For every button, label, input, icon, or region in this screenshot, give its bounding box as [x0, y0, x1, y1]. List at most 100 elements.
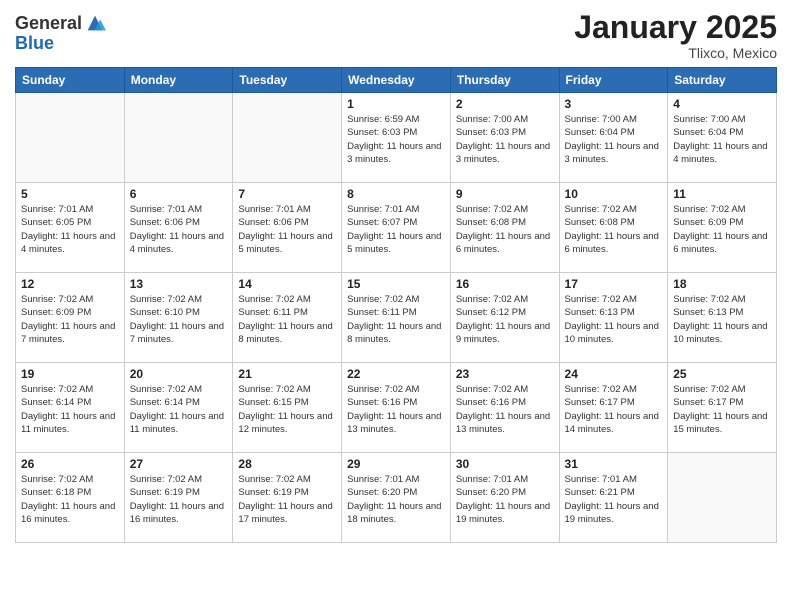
calendar-table: SundayMondayTuesdayWednesdayThursdayFrid… [15, 67, 777, 543]
calendar-cell: 24Sunrise: 7:02 AM Sunset: 6:17 PM Dayli… [559, 363, 668, 453]
title-block: January 2025 Tlixco, Mexico [574, 10, 777, 61]
day-number: 14 [238, 277, 336, 291]
day-number: 2 [456, 97, 554, 111]
calendar-cell: 1Sunrise: 6:59 AM Sunset: 6:03 PM Daylig… [342, 93, 451, 183]
day-number: 7 [238, 187, 336, 201]
day-number: 3 [565, 97, 663, 111]
day-info: Sunrise: 7:01 AM Sunset: 6:06 PM Dayligh… [238, 203, 336, 256]
calendar-cell [668, 453, 777, 543]
day-number: 26 [21, 457, 119, 471]
day-number: 4 [673, 97, 771, 111]
calendar-cell: 15 Sunrise: 7:02 AM Sunset: 6:11 PM Dayli… [342, 273, 451, 363]
day-info: Sunrise: 7:02 AM Sunset: 6:11 PM Dayligh… [238, 293, 336, 346]
header: General Blue January 2025 Tlixco, Mexico [15, 10, 777, 61]
calendar-cell: 25Sunrise: 7:02 AM Sunset: 6:17 PM Dayli… [668, 363, 777, 453]
calendar-cell: 5 Sunrise: 7:01 AM Sunset: 6:05 PM Daylig… [16, 183, 125, 273]
day-number: 29 [347, 457, 445, 471]
calendar-cell: 27Sunrise: 7:02 AM Sunset: 6:19 PM Dayli… [124, 453, 233, 543]
calendar-cell: 16Sunrise: 7:02 AM Sunset: 6:12 PM Dayli… [450, 273, 559, 363]
calendar-cell: 30Sunrise: 7:01 AM Sunset: 6:20 PM Dayli… [450, 453, 559, 543]
day-info: Sunrise: 7:00 AM Sunset: 6:04 PM Dayligh… [565, 113, 663, 166]
day-number: 12 [21, 277, 119, 291]
day-info: Sunrise: 7:01 AM Sunset: 6:07 PM Dayligh… [347, 203, 445, 256]
calendar-header-row: SundayMondayTuesdayWednesdayThursdayFrid… [16, 68, 777, 93]
calendar-cell: 20 Sunrise: 7:02 AM Sunset: 6:14 PM Dayli… [124, 363, 233, 453]
day-info: Sunrise: 7:02 AM Sunset: 6:16 PM Dayligh… [456, 383, 554, 436]
weekday-header-sunday: Sunday [16, 68, 125, 93]
calendar-cell: 28 Sunrise: 7:02 AM Sunset: 6:19 PM Dayli… [233, 453, 342, 543]
day-number: 8 [347, 187, 445, 201]
calendar-cell: 26 Sunrise: 7:02 AM Sunset: 6:18 PM Dayli… [16, 453, 125, 543]
day-number: 11 [673, 187, 771, 201]
calendar-cell: 11Sunrise: 7:02 AM Sunset: 6:09 PM Dayli… [668, 183, 777, 273]
day-info: Sunrise: 7:02 AM Sunset: 6:15 PM Dayligh… [238, 383, 336, 436]
calendar-cell: 31Sunrise: 7:01 AM Sunset: 6:21 PM Dayli… [559, 453, 668, 543]
day-info: Sunrise: 7:02 AM Sunset: 6:11 PM Dayligh… [347, 293, 445, 346]
calendar-cell: 14 Sunrise: 7:02 AM Sunset: 6:11 PM Dayli… [233, 273, 342, 363]
day-info: Sunrise: 7:02 AM Sunset: 6:08 PM Dayligh… [565, 203, 663, 256]
calendar-cell: 18 Sunrise: 7:02 AM Sunset: 6:13 PM Dayli… [668, 273, 777, 363]
logo: General Blue [15, 14, 106, 54]
day-number: 28 [238, 457, 336, 471]
calendar-cell: 4 Sunrise: 7:00 AM Sunset: 6:04 PM Daylig… [668, 93, 777, 183]
calendar-cell [124, 93, 233, 183]
logo-icon [84, 12, 106, 34]
calendar-cell: 17Sunrise: 7:02 AM Sunset: 6:13 PM Dayli… [559, 273, 668, 363]
logo-general-text: General [15, 14, 82, 34]
day-number: 25 [673, 367, 771, 381]
calendar-cell: 23 Sunrise: 7:02 AM Sunset: 6:16 PM Dayli… [450, 363, 559, 453]
calendar-week-4: 19 Sunrise: 7:02 AM Sunset: 6:14 PM Dayli… [16, 363, 777, 453]
calendar-cell: 10Sunrise: 7:02 AM Sunset: 6:08 PM Dayli… [559, 183, 668, 273]
day-number: 1 [347, 97, 445, 111]
calendar-cell: 12 Sunrise: 7:02 AM Sunset: 6:09 PM Dayli… [16, 273, 125, 363]
location-title: Tlixco, Mexico [574, 45, 777, 61]
day-info: Sunrise: 7:01 AM Sunset: 6:05 PM Dayligh… [21, 203, 119, 256]
day-info: Sunrise: 7:01 AM Sunset: 6:20 PM Dayligh… [456, 473, 554, 526]
day-info: Sunrise: 7:02 AM Sunset: 6:14 PM Dayligh… [21, 383, 119, 436]
day-number: 9 [456, 187, 554, 201]
weekday-header-saturday: Saturday [668, 68, 777, 93]
day-info: Sunrise: 7:02 AM Sunset: 6:13 PM Dayligh… [673, 293, 771, 346]
weekday-header-thursday: Thursday [450, 68, 559, 93]
page: General Blue January 2025 Tlixco, Mexico… [0, 0, 792, 612]
day-info: Sunrise: 7:02 AM Sunset: 6:14 PM Dayligh… [130, 383, 228, 436]
calendar-cell: 3 Sunrise: 7:00 AM Sunset: 6:04 PM Daylig… [559, 93, 668, 183]
day-info: Sunrise: 7:01 AM Sunset: 6:21 PM Dayligh… [565, 473, 663, 526]
weekday-header-tuesday: Tuesday [233, 68, 342, 93]
day-number: 23 [456, 367, 554, 381]
day-info: Sunrise: 7:02 AM Sunset: 6:18 PM Dayligh… [21, 473, 119, 526]
calendar-week-5: 26 Sunrise: 7:02 AM Sunset: 6:18 PM Dayli… [16, 453, 777, 543]
day-number: 5 [21, 187, 119, 201]
day-number: 21 [238, 367, 336, 381]
logo-blue-text: Blue [15, 34, 106, 54]
day-info: Sunrise: 7:00 AM Sunset: 6:04 PM Dayligh… [673, 113, 771, 166]
day-number: 19 [21, 367, 119, 381]
calendar-week-2: 5 Sunrise: 7:01 AM Sunset: 6:05 PM Daylig… [16, 183, 777, 273]
day-info: Sunrise: 7:02 AM Sunset: 6:08 PM Dayligh… [456, 203, 554, 256]
calendar-week-1: 1Sunrise: 6:59 AM Sunset: 6:03 PM Daylig… [16, 93, 777, 183]
day-number: 13 [130, 277, 228, 291]
day-number: 20 [130, 367, 228, 381]
day-number: 27 [130, 457, 228, 471]
day-info: Sunrise: 7:02 AM Sunset: 6:13 PM Dayligh… [565, 293, 663, 346]
calendar-cell: 29 Sunrise: 7:01 AM Sunset: 6:20 PM Dayli… [342, 453, 451, 543]
day-number: 22 [347, 367, 445, 381]
calendar-cell: 21 Sunrise: 7:02 AM Sunset: 6:15 PM Dayli… [233, 363, 342, 453]
calendar-week-3: 12 Sunrise: 7:02 AM Sunset: 6:09 PM Dayli… [16, 273, 777, 363]
calendar-cell: 8 Sunrise: 7:01 AM Sunset: 6:07 PM Daylig… [342, 183, 451, 273]
day-number: 15 [347, 277, 445, 291]
calendar-cell: 19 Sunrise: 7:02 AM Sunset: 6:14 PM Dayli… [16, 363, 125, 453]
day-info: Sunrise: 7:02 AM Sunset: 6:17 PM Dayligh… [565, 383, 663, 436]
day-info: Sunrise: 7:01 AM Sunset: 6:20 PM Dayligh… [347, 473, 445, 526]
day-info: Sunrise: 7:02 AM Sunset: 6:19 PM Dayligh… [238, 473, 336, 526]
calendar-cell: 6Sunrise: 7:01 AM Sunset: 6:06 PM Daylig… [124, 183, 233, 273]
day-info: Sunrise: 7:01 AM Sunset: 6:06 PM Dayligh… [130, 203, 228, 256]
weekday-header-wednesday: Wednesday [342, 68, 451, 93]
day-info: Sunrise: 7:02 AM Sunset: 6:10 PM Dayligh… [130, 293, 228, 346]
day-info: Sunrise: 7:02 AM Sunset: 6:09 PM Dayligh… [21, 293, 119, 346]
calendar-cell: 22 Sunrise: 7:02 AM Sunset: 6:16 PM Dayli… [342, 363, 451, 453]
day-number: 18 [673, 277, 771, 291]
day-info: Sunrise: 7:02 AM Sunset: 6:16 PM Dayligh… [347, 383, 445, 436]
day-number: 16 [456, 277, 554, 291]
weekday-header-friday: Friday [559, 68, 668, 93]
